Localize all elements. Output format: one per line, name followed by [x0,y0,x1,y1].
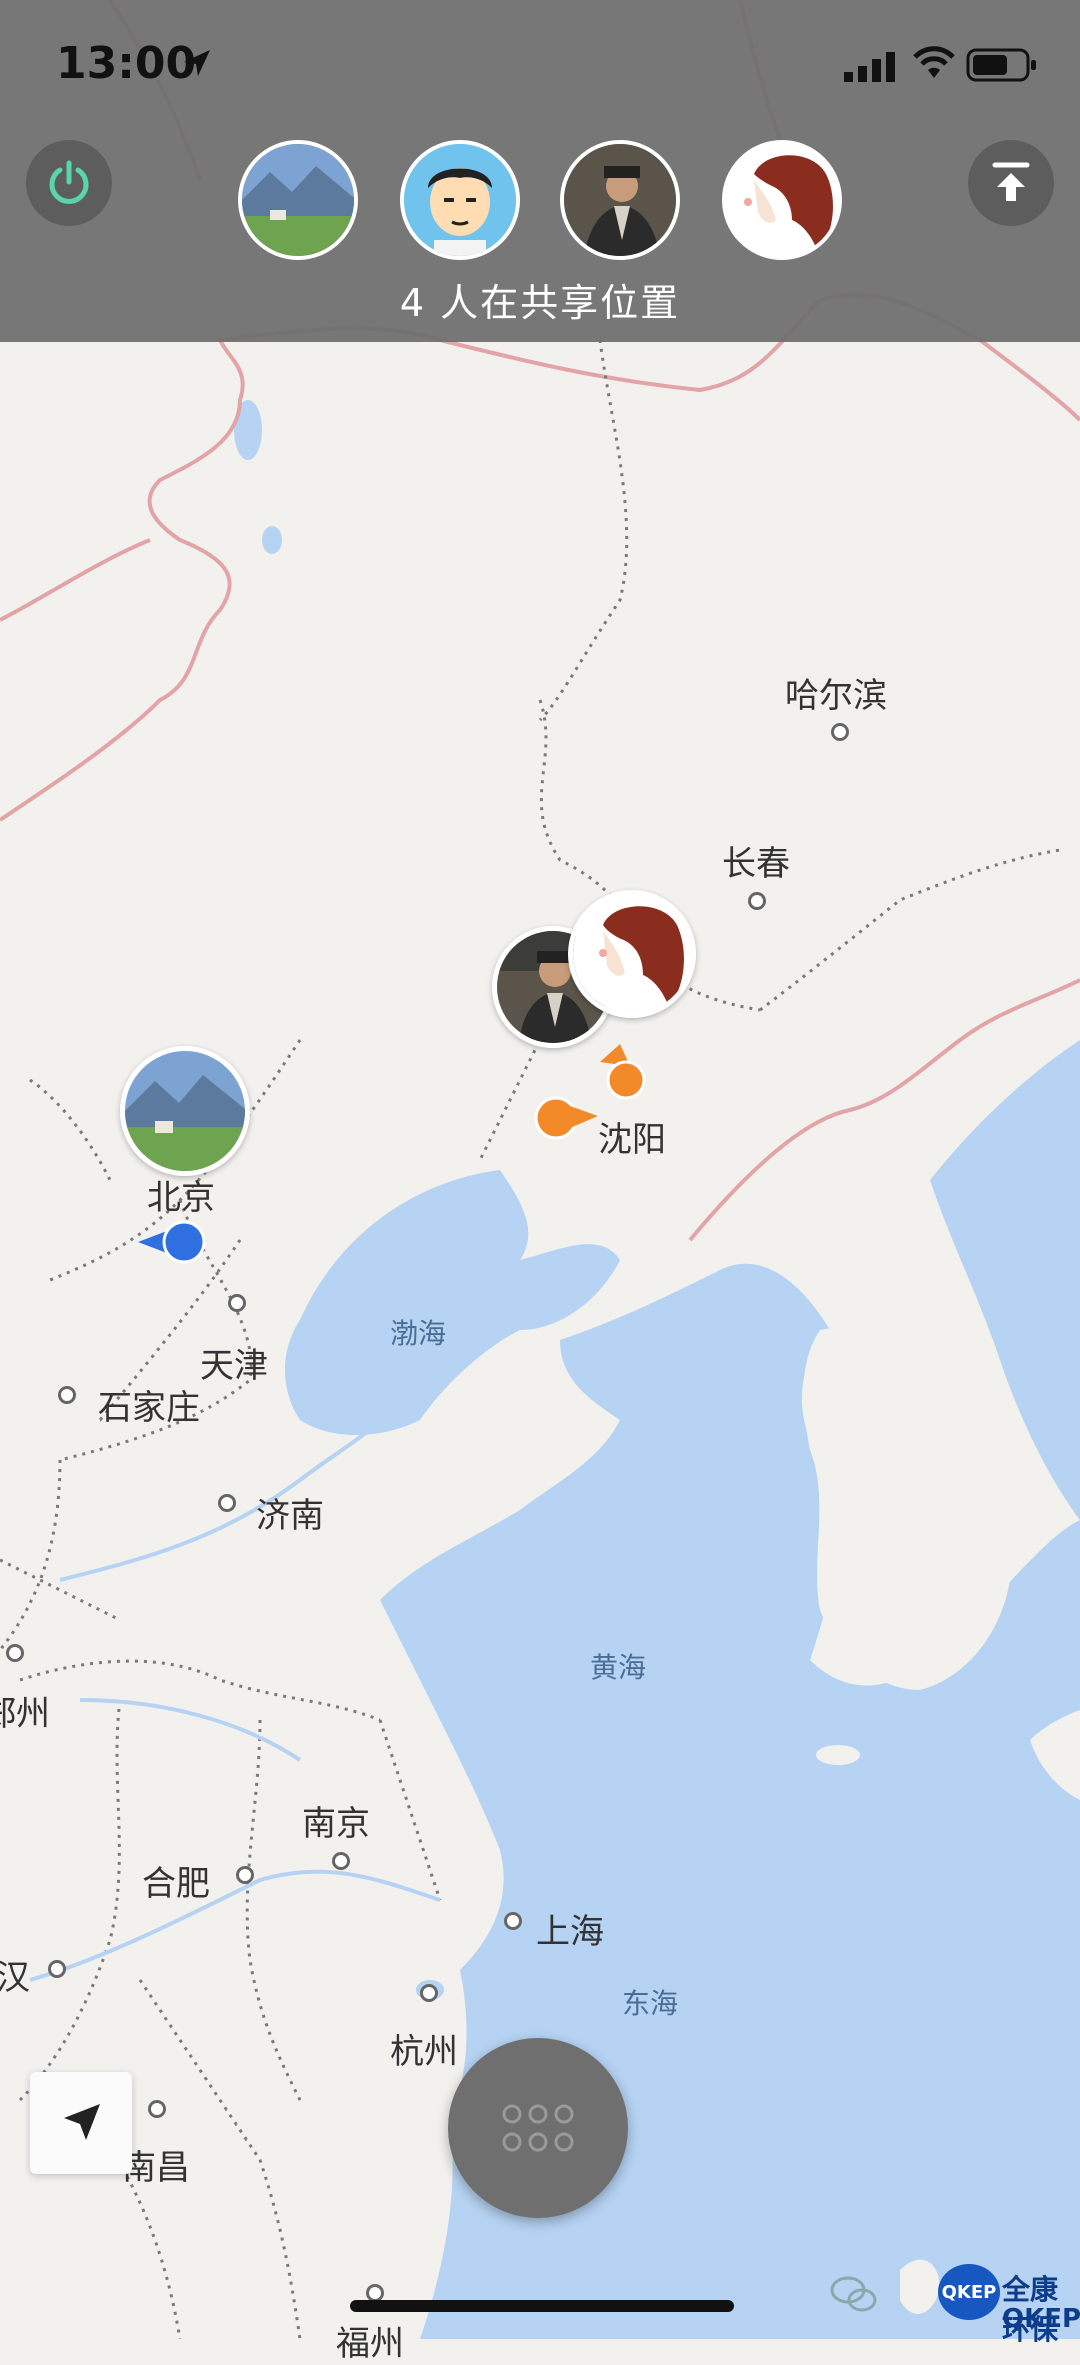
shared-user-avatar-woman[interactable] [722,140,842,260]
lake [262,526,282,554]
shared-user-avatar-man[interactable] [560,140,680,260]
location-arrow-icon [64,2104,100,2140]
city-dot [748,892,766,910]
wifi-icon [913,46,955,78]
scroll-to-top-button[interactable] [968,140,1054,226]
city-label-shenyang: 沈阳 [598,1120,666,1160]
battery-icon [966,48,1036,82]
menu-button[interactable] [448,2038,628,2218]
city-dot [218,1494,236,1512]
avatar-woman-photo [573,895,691,1013]
city-label-jinan: 济南 [256,1496,324,1536]
sea-label-bohai: 渤海 [390,1317,447,1350]
power-button[interactable] [26,140,112,226]
city-dot [6,1644,24,1662]
city-label-zhengzhou: 郑州 [0,1694,50,1734]
city-label-shanghai: 上海 [536,1912,604,1952]
city-dot [148,2100,166,2118]
city-dot [228,1294,246,1312]
sea-label-east-sea: 东海 [622,1987,679,2020]
friend-pin-woman[interactable] [568,890,696,1018]
friend-heading-arrow [534,1096,598,1140]
home-indicator [350,2300,734,2312]
brand-name-latin: QKEP [1002,2304,1080,2334]
my-heading-arrow [138,1220,206,1264]
shared-user-avatar-landscape[interactable] [238,140,358,260]
city-label-harbin: 哈尔滨 [785,676,887,716]
power-icon [49,160,89,204]
wechat-icon [830,2276,877,2312]
avatar-woman-photo [726,144,838,256]
locate-me-button[interactable] [30,2072,132,2174]
dots-grid-icon [502,2104,574,2152]
city-label-changchun: 长春 [722,844,790,884]
city-dot [504,1912,522,1930]
city-dot [831,723,849,741]
city-dot [236,1866,254,1884]
city-label-nanchang: 南昌 [122,2148,190,2188]
city-label-shijiazhuang: 石家庄 [98,1388,200,1428]
city-label-nanjing: 南京 [302,1804,370,1844]
location-services-icon [184,50,210,76]
city-label-tianjin: 天津 [200,1346,268,1386]
city-label-hefei: 合肥 [142,1864,210,1904]
city-dot [48,1960,66,1978]
sea-label-yellow-sea: 黄海 [590,1651,647,1684]
arrow-to-top-icon [992,162,1030,201]
city-label-fuzhou: 福州 [336,2324,404,2364]
city-label-han: 汉 [0,1958,30,1998]
sharing-count-text: 4 人在共享位置 [399,281,681,325]
cellular-signal-icon [844,52,895,82]
my-location-pin[interactable] [120,1046,250,1176]
watermark: QKEP 全康环保 QKEP [830,2264,1080,2346]
status-time: 13:00 [56,38,197,89]
city-label-beijing: 北京 [147,1178,215,1218]
city-label-hangzhou: 杭州 [390,2032,458,2072]
city-dot [332,1852,350,1870]
avatar-man-photo [564,144,676,256]
avatar-landscape-photo [242,144,354,256]
brand-logo: QKEP [938,2264,1000,2320]
shared-user-avatar-cartoon[interactable] [400,140,520,260]
avatar-landscape-photo [125,1051,245,1171]
city-dot [58,1386,76,1404]
avatar-cartoon-face [404,144,516,256]
city-dot [420,1984,438,2002]
